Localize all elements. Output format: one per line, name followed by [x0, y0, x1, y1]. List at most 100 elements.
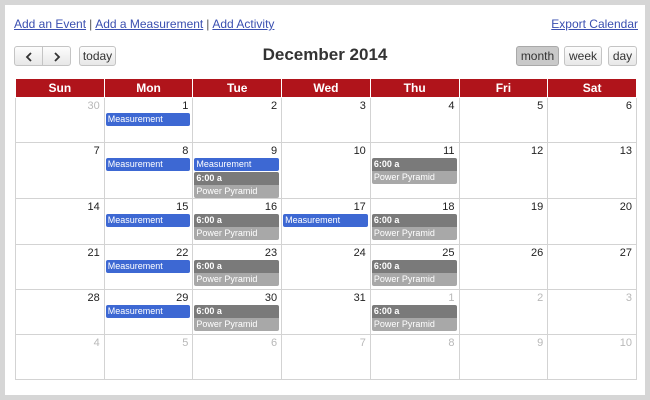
- day-number: 2: [537, 291, 544, 304]
- day-number: 16: [264, 201, 278, 214]
- measurement-event[interactable]: Measurement: [283, 214, 368, 228]
- add-measurement-link[interactable]: Add a Measurement: [95, 17, 203, 31]
- day-cell[interactable]: 5: [103, 333, 194, 381]
- measurement-event[interactable]: Measurement: [105, 158, 191, 172]
- activity-event-label[interactable]: Power Pyramid: [371, 272, 457, 286]
- day-number: 4: [93, 336, 100, 349]
- day-cell[interactable]: 2: [458, 288, 549, 335]
- day-number: 6: [270, 336, 278, 349]
- day-cell[interactable]: 31: [281, 288, 371, 335]
- day-number: 7: [93, 145, 100, 158]
- week-row: 28 29 Measurement 30 6:00 a Power Pyramid 31 1 6…: [15, 288, 637, 335]
- week-row: 4 5 6 7 8 9 10: [15, 333, 637, 381]
- day-number: 9: [537, 336, 544, 349]
- day-number: 28: [87, 291, 100, 304]
- activity-event-label[interactable]: Power Pyramid: [194, 272, 280, 286]
- day-cell[interactable]: 29 Measurement: [103, 288, 194, 335]
- day-cell[interactable]: 9: [458, 333, 549, 381]
- day-cell[interactable]: 4: [15, 333, 105, 381]
- measurement-event[interactable]: Measurement: [105, 304, 191, 318]
- day-number: 12: [530, 145, 544, 158]
- activity-event-label[interactable]: Power Pyramid: [371, 227, 457, 241]
- day-cell[interactable]: 5: [458, 96, 549, 144]
- activity-event-time[interactable]: 6:00 a: [371, 259, 457, 273]
- week-row: 21 22 Measurement 23 6:00 a Power Pyramid 24 25…: [15, 243, 637, 290]
- activity-event-label[interactable]: Power Pyramid: [371, 317, 457, 331]
- day-cell[interactable]: 7: [281, 333, 371, 381]
- weekday-header: Wed: [281, 79, 371, 98]
- day-cell[interactable]: 17 Measurement: [281, 198, 371, 245]
- day-cell[interactable]: 10: [281, 142, 371, 200]
- activity-event-label[interactable]: Power Pyramid: [194, 185, 280, 199]
- day-cell[interactable]: 15 Measurement: [103, 198, 194, 245]
- week-view-button[interactable]: week: [564, 46, 602, 66]
- day-number: 7: [359, 336, 366, 349]
- day-cell[interactable]: 3: [547, 288, 637, 335]
- day-cell[interactable]: 1 6:00 a Power Pyramid: [369, 288, 460, 335]
- day-cell[interactable]: 18 6:00 a Power Pyramid: [369, 198, 460, 245]
- day-cell[interactable]: 14: [15, 198, 105, 245]
- add-activity-link[interactable]: Add Activity: [212, 17, 274, 31]
- day-number: 25: [442, 246, 455, 259]
- day-cell[interactable]: 9 Measurement 6:00 a Power Pyramid: [192, 142, 283, 200]
- day-cell[interactable]: 8 Measurement: [103, 142, 194, 200]
- day-cell[interactable]: 30 6:00 a Power Pyramid: [192, 288, 283, 335]
- day-cell[interactable]: 6: [547, 96, 637, 144]
- activity-event-time[interactable]: 6:00 a: [194, 259, 280, 273]
- activity-event-label[interactable]: Power Pyramid: [371, 171, 457, 185]
- day-cell[interactable]: 28: [15, 288, 105, 335]
- link-separator: |: [206, 17, 210, 31]
- day-cell[interactable]: 2: [192, 96, 283, 144]
- measurement-event[interactable]: Measurement: [105, 259, 191, 273]
- day-cell[interactable]: 24: [281, 243, 371, 290]
- day-cell[interactable]: 10: [547, 333, 637, 381]
- day-cell[interactable]: 22 Measurement: [103, 243, 194, 290]
- activity-event-time[interactable]: 6:00 a: [194, 172, 280, 186]
- day-number: 14: [87, 201, 100, 214]
- day-cell[interactable]: 3: [281, 96, 371, 144]
- day-number: 11: [443, 145, 455, 158]
- weekday-header: Fri: [458, 79, 549, 98]
- measurement-event[interactable]: Measurement: [194, 158, 280, 172]
- day-number: 13: [619, 145, 632, 158]
- day-number: 5: [182, 336, 189, 349]
- measurement-event[interactable]: Measurement: [105, 214, 191, 228]
- day-cell[interactable]: 11 6:00 a Power Pyramid: [369, 142, 460, 200]
- activity-event-time[interactable]: 6:00 a: [194, 214, 280, 228]
- activity-event-time[interactable]: 6:00 a: [371, 304, 457, 318]
- day-view-button[interactable]: day: [608, 46, 637, 66]
- day-cell[interactable]: 23 6:00 a Power Pyramid: [192, 243, 283, 290]
- week-row: 7 8 Measurement 9 Measurement 6:00 a Power Pyr…: [15, 142, 637, 200]
- activity-event-time[interactable]: 6:00 a: [194, 304, 280, 318]
- day-number: 19: [530, 201, 544, 214]
- day-number: 24: [353, 246, 366, 259]
- day-number: 2: [270, 100, 278, 112]
- activity-event-label[interactable]: Power Pyramid: [194, 227, 280, 241]
- activity-event-time[interactable]: 6:00 a: [371, 158, 457, 172]
- day-cell[interactable]: 12: [458, 142, 549, 200]
- day-number: 10: [619, 336, 632, 349]
- day-cell[interactable]: 30: [15, 96, 105, 144]
- day-cell[interactable]: 6: [192, 333, 283, 381]
- day-cell[interactable]: 27: [547, 243, 637, 290]
- add-event-link[interactable]: Add an Event: [14, 17, 86, 31]
- day-cell[interactable]: 8: [369, 333, 460, 381]
- day-cell[interactable]: 20: [547, 198, 637, 245]
- day-cell[interactable]: 16 6:00 a Power Pyramid: [192, 198, 283, 245]
- activity-event-label[interactable]: Power Pyramid: [194, 317, 280, 331]
- day-cell[interactable]: 19: [458, 198, 549, 245]
- day-cell[interactable]: 7: [15, 142, 105, 200]
- month-view-button[interactable]: month: [516, 46, 559, 66]
- day-cell[interactable]: 13: [547, 142, 637, 200]
- day-number: 1: [448, 291, 455, 304]
- day-cell[interactable]: 21: [15, 243, 105, 290]
- day-cell[interactable]: 1 Measurement: [103, 96, 194, 144]
- measurement-event[interactable]: Measurement: [105, 113, 191, 126]
- day-number: 30: [264, 291, 278, 304]
- day-cell[interactable]: 4: [369, 96, 460, 144]
- export-calendar-link[interactable]: Export Calendar: [551, 17, 638, 31]
- day-cell[interactable]: 25 6:00 a Power Pyramid: [369, 243, 460, 290]
- weekday-header: Mon: [103, 79, 194, 98]
- day-cell[interactable]: 26: [458, 243, 549, 290]
- activity-event-time[interactable]: 6:00 a: [371, 214, 457, 228]
